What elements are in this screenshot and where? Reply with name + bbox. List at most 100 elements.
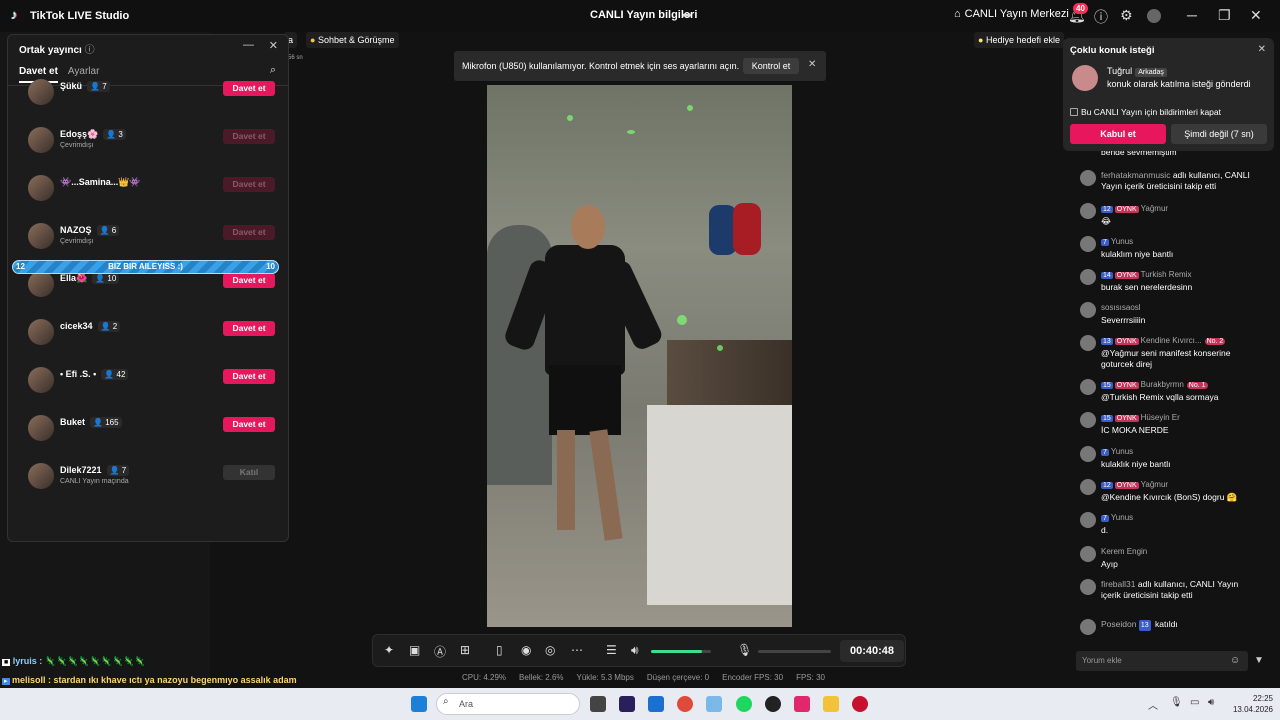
- comment-text: burak sen nerelerdesinn: [1101, 282, 1193, 292]
- restore-icon[interactable]: ❐: [1218, 7, 1231, 24]
- live-timer: 00:40:48: [840, 640, 904, 662]
- speaker-icon[interactable]: 🔊︎: [631, 643, 639, 658]
- comment-input[interactable]: Yorum ekle: [1076, 651, 1248, 671]
- magic-wand-icon[interactable]: ✦: [384, 643, 394, 657]
- record-icon[interactable]: ◉: [521, 643, 531, 657]
- avatar[interactable]: [1147, 9, 1161, 23]
- comment-author: sosısısaosl: [1101, 303, 1141, 312]
- ai-icon[interactable]: Ⓐ: [434, 643, 446, 660]
- light-dot: [717, 345, 723, 351]
- emoji-icon[interactable]: ☺: [1230, 655, 1240, 666]
- after-effects-icon[interactable]: [619, 696, 635, 712]
- search-icon[interactable]: ⌕: [270, 64, 276, 77]
- comment-author: 7 Yunus: [1101, 237, 1134, 246]
- microphone-icon[interactable]: 🎙︎: [1170, 697, 1183, 708]
- help-icon[interactable]: ⓘ: [1094, 7, 1108, 27]
- comment-text: @Turkish Remix vqlla sormaya: [1101, 392, 1219, 402]
- not-now-button[interactable]: Şimdi değil (7 sn): [1171, 124, 1267, 144]
- minimize-panel-icon[interactable]: —: [243, 39, 254, 51]
- comment-author: 14 OYNK Turkish Remix: [1101, 270, 1192, 279]
- close-icon[interactable]: ✕: [1250, 7, 1262, 24]
- comment-text: @Kendine Kıvırcık (BonS) dogru 🤗: [1101, 492, 1238, 502]
- mic-slider[interactable]: [758, 650, 831, 653]
- volume-slider[interactable]: [651, 650, 711, 653]
- add-source-icon[interactable]: ⊞: [460, 643, 470, 657]
- folder-icon[interactable]: [823, 696, 839, 712]
- taskbar-search[interactable]: Ara: [436, 693, 580, 715]
- share-arrow-icon[interactable]: ➦: [682, 8, 692, 22]
- cohost-name: NAZOŞ 👤 6: [60, 225, 120, 236]
- capture-icon[interactable]: ◎: [545, 643, 555, 657]
- close-panel-icon[interactable]: ✕: [269, 39, 278, 52]
- gift-goal-chip[interactable]: ● Hediye hedefi ekle: [974, 32, 1065, 48]
- microphone-icon[interactable]: 🎙︎: [737, 643, 752, 657]
- network-icon[interactable]: ▭: [1190, 697, 1199, 708]
- outlook-icon[interactable]: [648, 696, 664, 712]
- sliders-icon[interactable]: ☰: [606, 643, 617, 657]
- comment-author: 13 OYNK Kendine Kıvırcı... No. 2: [1101, 336, 1226, 345]
- rug: [667, 340, 792, 410]
- comment-text: Ayıp: [1101, 559, 1118, 569]
- rank-badge: No. 1: [1186, 382, 1208, 389]
- gift-goal-label: Hediye hedefi ekle: [985, 35, 1061, 45]
- speaker-icon[interactable]: 🔊︎: [1208, 697, 1214, 708]
- cohost-title: Ortak yayıncı ⓘ: [19, 45, 95, 56]
- invite-button[interactable]: Davet et: [223, 81, 275, 96]
- steam-icon[interactable]: [765, 696, 781, 712]
- close-icon[interactable]: ✕: [808, 59, 816, 70]
- accept-button[interactable]: Kabul et: [1070, 124, 1166, 144]
- invite-button[interactable]: Davet et: [223, 129, 275, 144]
- mute-notifications-checkbox[interactable]: Bu CANLI Yayın için bildirimleri kapat: [1070, 107, 1221, 117]
- avatar: [28, 175, 54, 201]
- media-icon[interactable]: [852, 696, 868, 712]
- chat-chip[interactable]: ● Sohbet & Görüşme: [306, 32, 399, 48]
- invite-button[interactable]: Davet et: [223, 321, 275, 336]
- filter-icon[interactable]: ▼: [1254, 655, 1264, 666]
- effects-icon[interactable]: ▣: [409, 643, 420, 657]
- windows-start-icon[interactable]: [411, 696, 427, 712]
- comment-text: Poseidon 13 katıldı: [1101, 619, 1178, 631]
- gear-icon[interactable]: ⚙: [1120, 7, 1133, 24]
- invite-button[interactable]: Davet et: [223, 417, 275, 432]
- avatar: [1080, 579, 1096, 595]
- fan-badge: OYNK: [1114, 206, 1139, 213]
- avatar: [28, 463, 54, 489]
- cohost-name: cicek34 👤 2: [60, 321, 121, 332]
- cohost-row: • Efi .S. • 👤 42 Davet et: [28, 363, 275, 399]
- comment-text: ferhatakmanmusic adlı kullanıcı, CANLI Y…: [1101, 170, 1250, 191]
- invite-button[interactable]: Davet et: [223, 225, 275, 240]
- invite-button[interactable]: Davet et: [223, 369, 275, 384]
- live-center-button[interactable]: ⌂ CANLI Yayın Merkezi: [954, 8, 1069, 20]
- minimize-icon[interactable]: ─: [1187, 7, 1197, 23]
- dropped-stat: Düşen çerçeve: 0: [646, 673, 710, 682]
- avatar: [1080, 379, 1096, 395]
- phone-icon[interactable]: ▯: [496, 643, 503, 657]
- avatar: [1080, 619, 1096, 635]
- invite-button[interactable]: Davet et: [223, 177, 275, 192]
- comment-author: 15 OYNK Hüseyin Er: [1101, 413, 1180, 422]
- avatar: [1080, 412, 1096, 428]
- app-icon[interactable]: [706, 696, 722, 712]
- cohost-name: 👾...Samina...👑👾: [60, 177, 141, 187]
- invite-button[interactable]: Davet et: [223, 273, 275, 288]
- spotify-icon[interactable]: [736, 696, 752, 712]
- app-title: TikTok LIVE Studio: [30, 10, 130, 22]
- invite-button[interactable]: Katıl: [223, 465, 275, 480]
- check-button[interactable]: Kontrol et: [743, 58, 799, 74]
- close-icon[interactable]: ✕: [1258, 44, 1266, 55]
- cohost-name: Dilek7221 👤 7: [60, 465, 130, 476]
- chrome-icon[interactable]: [677, 696, 693, 712]
- control-bar: ✦ ▣ Ⓐ ⊞ ▯ ◉ ◎ ⋯ ☰ 🔊︎ 🎙︎ 00:40:48: [372, 634, 906, 667]
- tiktok-icon[interactable]: [794, 696, 810, 712]
- more-icon[interactable]: ⋯: [571, 643, 583, 657]
- taskview-icon[interactable]: [590, 696, 606, 712]
- comment-text: @Yağmur seni manifest konserine goturcek…: [1101, 348, 1231, 369]
- info-icon[interactable]: ⓘ: [85, 45, 95, 56]
- chevron-up-icon[interactable]: ︿: [1148, 697, 1158, 712]
- light-dot: [687, 105, 693, 111]
- cpu-stat: CPU: 4.29%: [462, 673, 507, 682]
- avatar: [28, 319, 54, 345]
- video-preview: [487, 85, 792, 627]
- multi-guest-request: Çoklu konuk isteği ✕ Tuğrul Arkadaş konuk…: [1063, 38, 1274, 151]
- clock[interactable]: 22:25 13.04.2026: [1225, 693, 1273, 715]
